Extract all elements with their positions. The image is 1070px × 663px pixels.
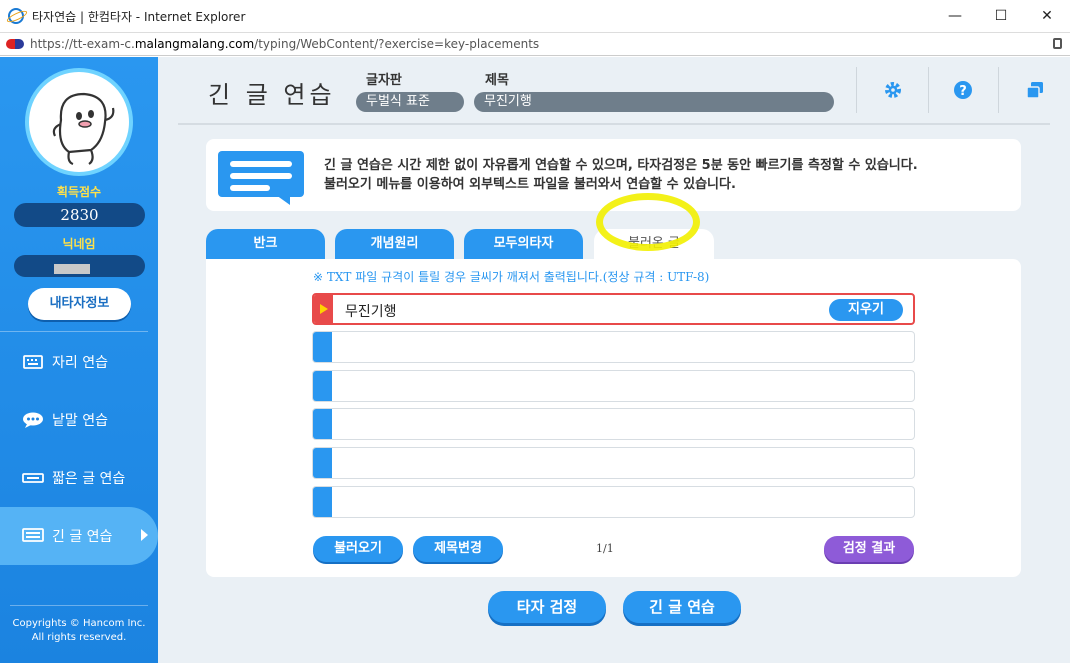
long-text-icon	[22, 528, 44, 544]
row-marker	[313, 371, 332, 401]
sidebar-item-label: 자리 연습	[52, 355, 108, 371]
subject-value: 무진기행	[474, 92, 834, 112]
row-marker-icon	[314, 295, 333, 323]
score-label: 획득점수	[56, 185, 102, 199]
sidebar-item-word-practice[interactable]: 낱말 연습	[0, 391, 158, 449]
copyright: Copyrights © Hancom Inc. All rights rese…	[0, 617, 158, 645]
nickname-label: 닉네임	[62, 237, 96, 251]
sidebar-item-long-text-practice[interactable]: 긴 글 연습	[0, 507, 158, 565]
copyright-divider	[10, 605, 148, 606]
notice-line2: 불러오기 메뉴를 이용하여 외부텍스트 파일을 불러와서 연습할 수 있습니다.	[324, 177, 736, 192]
row-marker	[313, 409, 332, 439]
close-button[interactable]: ✕	[1024, 0, 1070, 32]
text-list-panel: ※ TXT 파일 규격이 틀릴 경우 글씨가 깨져서 출력됩니다.(정상 규격 …	[206, 259, 1021, 577]
keyboard-icon	[22, 354, 44, 370]
nickname-redaction	[54, 264, 90, 274]
load-button[interactable]: 불러오기	[313, 536, 403, 562]
score-value: 2830	[14, 203, 145, 227]
typing-test-button[interactable]: 타자 검정	[488, 591, 606, 623]
highlight-annotation	[596, 193, 700, 251]
window-title: 타자연습 | 한컴타자 - Internet Explorer	[32, 9, 246, 24]
text-list-row[interactable]	[312, 447, 915, 479]
header-divider	[856, 67, 857, 113]
page-indicator: 1/1	[596, 542, 614, 555]
avatar	[25, 68, 133, 176]
row-marker	[313, 487, 332, 517]
rename-button[interactable]: 제목변경	[413, 536, 503, 562]
my-typing-info-button[interactable]: 내타자정보	[28, 288, 131, 320]
address-bar[interactable]: https://tt-exam-c.malangmalang.com/typin…	[0, 32, 1070, 56]
minimize-button[interactable]: —	[932, 0, 978, 32]
keyboard-layout-value: 두벌식 표준	[356, 92, 464, 112]
row-marker	[313, 448, 332, 478]
sidebar-item-short-text-practice[interactable]: 짧은 글 연습	[0, 449, 158, 507]
site-favicon-icon	[6, 39, 24, 49]
copyright-line2: All rights reserved.	[31, 632, 127, 643]
short-text-icon	[22, 470, 44, 486]
text-list-row[interactable]	[312, 486, 915, 518]
page-title: 긴 글 연습	[208, 81, 336, 109]
text-list-row[interactable]	[312, 331, 915, 363]
maximize-button[interactable]: ☐	[978, 0, 1024, 32]
header-divider	[998, 67, 999, 113]
tab-everyone-typing[interactable]: 모두의타자	[464, 229, 583, 259]
lock-icon[interactable]	[1053, 38, 1062, 49]
copyright-line1: Copyrights © Hancom Inc.	[12, 618, 146, 629]
url-text[interactable]: https://tt-exam-c.malangmalang.com/typin…	[30, 37, 539, 51]
help-question-icon[interactable]: ?	[952, 79, 974, 101]
subject-label: 제목	[485, 73, 509, 88]
keyboard-layout-label: 글자판	[366, 73, 402, 88]
window-titlebar: 타자연습 | 한컴타자 - Internet Explorer — ☐ ✕	[0, 0, 1070, 32]
internet-explorer-icon	[8, 8, 24, 24]
test-result-button[interactable]: 검정 결과	[824, 536, 914, 562]
text-list-row[interactable]	[312, 408, 915, 440]
settings-gear-icon[interactable]	[882, 79, 904, 101]
long-text-practice-button[interactable]: 긴 글 연습	[623, 591, 741, 623]
text-list-row[interactable]	[312, 370, 915, 402]
svg-text:?: ?	[959, 84, 967, 99]
header-underline	[178, 123, 1050, 125]
notice-line1: 긴 글 연습은 시간 제한 없이 자유롭게 연습할 수 있으며, 타자검정은 5…	[324, 158, 918, 173]
nickname-value	[14, 255, 145, 277]
utf8-warning: ※ TXT 파일 규격이 틀릴 경우 글씨가 깨져서 출력됩니다.(정상 규격 …	[313, 270, 710, 284]
mascot-icon	[52, 92, 115, 166]
window-controls: — ☐ ✕	[932, 0, 1070, 32]
sidebar-item-label: 긴 글 연습	[52, 529, 113, 545]
tab-vank[interactable]: 반크	[206, 229, 325, 259]
header-divider	[928, 67, 929, 113]
active-arrow-icon	[141, 529, 148, 541]
row-title: 무진기행	[345, 304, 397, 320]
row-marker	[313, 332, 332, 362]
main-content: 긴 글 연습 글자판 두벌식 표준 제목 무진기행 ? 긴 글 연습은 시간 제…	[158, 57, 1070, 663]
delete-button[interactable]: 지우기	[829, 299, 903, 321]
tab-concept[interactable]: 개념원리	[335, 229, 454, 259]
notice-text: 긴 글 연습은 시간 제한 없이 자유롭게 연습할 수 있으며, 타자검정은 5…	[324, 156, 918, 194]
text-list-row[interactable]: 무진기행 지우기	[312, 293, 915, 325]
sidebar-item-label: 낱말 연습	[52, 413, 108, 429]
window-switch-icon[interactable]	[1024, 79, 1046, 101]
menu-divider	[0, 331, 148, 332]
sidebar-item-key-practice[interactable]: 자리 연습	[0, 333, 158, 391]
sidebar: 획득점수 2830 닉네임 내타자정보 자리 연습 낱말 연습 짧은 글 연습 …	[0, 57, 158, 663]
speech-bubble-icon	[22, 412, 44, 428]
notice-speech-icon	[218, 151, 304, 205]
sidebar-item-label: 짧은 글 연습	[52, 471, 126, 487]
